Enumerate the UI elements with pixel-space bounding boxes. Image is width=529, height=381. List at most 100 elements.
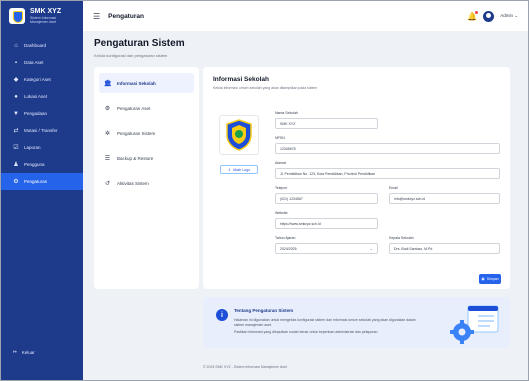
sidebar-item-label: Mutasi / Transfer (24, 128, 58, 133)
sidebar-item-lokasi-aset[interactable]: ● Lokasi Aset (1, 88, 83, 105)
tab-backup-restore[interactable]: ☰ Backup & Restore (99, 148, 194, 168)
settings-nav: 🏛 Informasi Sekolah ⚙ Pengaturan Aset ✲ Pen… (94, 67, 199, 289)
email-input[interactable]: info@smkxyz.sch.id (389, 193, 500, 204)
topbar: ☰ Pengaturan 🔔 Admin ⌄ (83, 1, 528, 31)
upload-icon: ⇪ (227, 167, 231, 172)
tab-label: Informasi Sekolah (117, 80, 156, 86)
brand: SMK XYZ Sistem Informasi Manajemen Aset (1, 1, 83, 31)
kepala-sekolah-value: Drs. Budi Santoso, M.Pd (394, 246, 433, 251)
upload-logo-button[interactable]: ⇪ Ubah Logo (220, 165, 258, 174)
box-icon: ▪ (14, 59, 18, 66)
home-icon: ⌂ (14, 42, 18, 49)
sidebar-item-label: Laporan (24, 145, 41, 150)
info-text-2: Pastikan informasi yang diinputkan sudah… (234, 330, 379, 334)
about-settings-card: i Tentang Pengaturan Sistem Halaman ini … (203, 297, 510, 348)
tab-aktivitas-sistem[interactable]: ↺ Aktivitas Sistem (99, 173, 194, 193)
school-icon: 🏛 (104, 80, 112, 87)
tag-icon: ◆ (13, 76, 19, 83)
save-label: Simpan (486, 277, 499, 281)
transfer-icon: ⇄ (13, 127, 19, 134)
tab-label: Pengaturan Aset (117, 105, 151, 111)
users-icon: ♟ (13, 161, 19, 168)
school-logo-preview (219, 115, 259, 155)
telepon-label: Telepon (275, 186, 288, 190)
notification-dot (475, 10, 479, 14)
menu-toggle-icon[interactable]: ☰ (93, 12, 100, 21)
form-title: Informasi Sekolah (213, 76, 269, 83)
sidebar-item-label: Pengguna (24, 162, 45, 167)
tab-label: Pengaturan Sistem (117, 130, 156, 136)
info-icon: i (216, 309, 228, 321)
sidebar-menu: ⌂ Dashboard ▪ Data Aset ◆ Kategori Aset ● Lo… (1, 37, 83, 190)
page-title: Pengaturan Sistem (94, 38, 185, 49)
sidebar-item-label: Kategori Aset (24, 77, 51, 82)
nama-value: SMK XYZ (280, 121, 296, 126)
kepala-sekolah-label: Kepala Sekolah (389, 236, 414, 240)
sidebar-item-label: Pengadaan (24, 111, 48, 116)
info-title: Tentang Pengaturan Sistem (234, 308, 294, 313)
sidebar-item-pengaturan[interactable]: ⚙ Pengaturan (1, 173, 83, 190)
notification-bell-icon[interactable]: 🔔 (467, 10, 479, 21)
save-button[interactable]: ▣ Simpan (479, 274, 501, 284)
logout-icon: ↦ (13, 349, 17, 354)
chevron-down-icon: ⌄ (369, 246, 373, 251)
sidebar-item-pengguna[interactable]: ♟ Pengguna (1, 156, 83, 173)
kepala-sekolah-input[interactable]: Drs. Budi Santoso, M.Pd (389, 243, 500, 254)
sidebar-item-mutasi[interactable]: ⇄ Mutasi / Transfer (1, 122, 83, 139)
sidebar: SMK XYZ Sistem Informasi Manajemen Aset … (1, 1, 83, 380)
cog-icon: ✲ (104, 130, 111, 137)
user-name: Admin (500, 13, 513, 18)
alamat-label: Alamat (275, 161, 286, 165)
sidebar-item-data-aset[interactable]: ▪ Data Aset (1, 54, 83, 71)
brand-tagline-2: Manajemen Aset (30, 20, 57, 24)
alamat-input[interactable]: Jl. Pendidikan No. 123, Kota Pendidikan,… (275, 168, 500, 179)
avatar[interactable] (483, 10, 495, 22)
topbar-title: Pengaturan (108, 12, 144, 20)
sidebar-item-pengadaan[interactable]: ▼ Pengadaan (1, 105, 83, 122)
alamat-value: Jl. Pendidikan No. 123, Kota Pendidikan,… (280, 171, 376, 176)
brand-name: SMK XYZ (30, 8, 62, 15)
page-subtitle: Kelola konfigurasi dan pengaturan sistem (94, 53, 168, 58)
email-value: info@smkxyz.sch.id (394, 196, 425, 201)
school-logo-icon (9, 8, 25, 24)
history-icon: ↺ (104, 180, 111, 187)
tab-label: Backup & Restore (117, 155, 154, 161)
telepon-value: (021) 1234567 (280, 196, 303, 201)
website-value: https://www.smkxyz.sch.id (280, 221, 321, 226)
report-icon: ☑ (13, 144, 19, 151)
user-menu-button[interactable]: Admin ⌄ (500, 13, 518, 19)
website-input[interactable]: https://www.smkxyz.sch.id (275, 218, 378, 229)
nama-input[interactable]: SMK XYZ (275, 118, 378, 129)
tab-pengaturan-aset[interactable]: ⚙ Pengaturan Aset (99, 98, 194, 118)
npsn-value: 12345678 (280, 146, 296, 151)
logout-label: Keluar (21, 349, 35, 355)
tahun-ajaran-value: 2024/2025 (280, 246, 297, 251)
upload-label: Ubah Logo (232, 167, 251, 172)
sidebar-item-dashboard[interactable]: ⌂ Dashboard (1, 37, 83, 54)
gear-icon: ⚙ (104, 105, 111, 112)
sidebar-item-label: Lokasi Aset (24, 94, 48, 99)
footer: © 2024 SMK XYZ - Sistem Informasi Manaje… (203, 365, 287, 369)
save-icon: ▣ (481, 277, 485, 281)
sidebar-item-kategori-aset[interactable]: ◆ Kategori Aset (1, 71, 83, 88)
npsn-input[interactable]: 12345678 (275, 143, 500, 154)
tab-informasi-sekolah[interactable]: 🏛 Informasi Sekolah (99, 73, 194, 93)
chevron-down-icon: ⌄ (514, 13, 518, 18)
logout-button[interactable]: ↦ Keluar (13, 349, 35, 355)
cart-icon: ▼ (13, 110, 19, 117)
nama-label: Nama Sekolah (275, 111, 298, 115)
school-emblem-icon (226, 119, 252, 151)
settings-illustration-icon (450, 305, 499, 344)
tab-label: Aktivitas Sistem (117, 180, 149, 186)
tahun-ajaran-select[interactable]: 2024/2025 ⌄ (275, 243, 378, 254)
app-window: SMK XYZ Sistem Informasi Manajemen Aset … (0, 0, 529, 381)
sidebar-item-label: Data Aset (24, 60, 44, 65)
telepon-input[interactable]: (021) 1234567 (275, 193, 378, 204)
email-label: Email (389, 186, 398, 190)
sidebar-item-laporan[interactable]: ☑ Laporan (1, 139, 83, 156)
sidebar-item-label: Dashboard (24, 43, 47, 48)
tab-pengaturan-sistem[interactable]: ✲ Pengaturan Sistem (99, 123, 194, 143)
database-icon: ☰ (104, 155, 111, 162)
school-info-card: Informasi Sekolah Kelola informasi umum … (203, 67, 510, 289)
sidebar-item-label: Pengaturan (24, 179, 48, 184)
